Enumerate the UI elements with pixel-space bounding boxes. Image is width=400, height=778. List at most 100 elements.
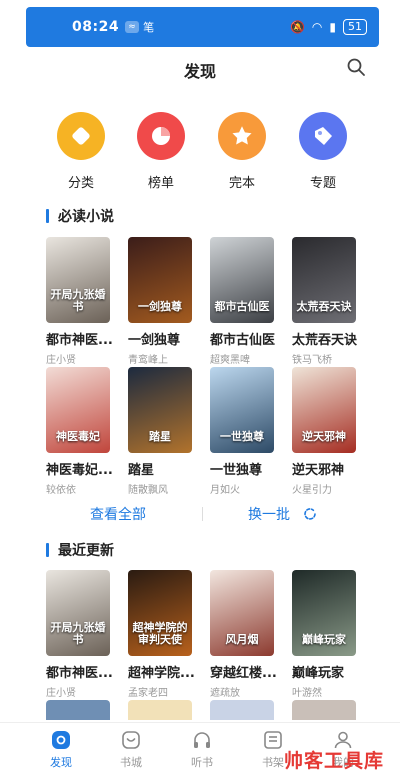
book-title: 穿越红楼... bbox=[210, 666, 277, 681]
book-cover-text: 一剑独尊 bbox=[138, 300, 182, 313]
section-accent-bar bbox=[46, 209, 49, 223]
book-cover-text: 一世独尊 bbox=[220, 430, 264, 443]
book-card[interactable]: 太荒吞天诀 太荒吞天诀 铁马飞桥 bbox=[292, 237, 362, 366]
bookshelf-icon bbox=[264, 731, 282, 749]
book-card[interactable]: 踏星 踏星 随散飘风 bbox=[128, 367, 198, 496]
category-topic-button[interactable]: 专题 bbox=[291, 112, 355, 191]
book-author: 火星引力 bbox=[292, 485, 332, 496]
tag-icon bbox=[299, 112, 347, 160]
book-cover[interactable]: 一剑独尊 bbox=[128, 237, 192, 323]
book-cover-text: 风月烟 bbox=[225, 633, 259, 646]
tab-label: 书城 bbox=[120, 756, 142, 769]
star-icon bbox=[218, 112, 266, 160]
store-icon bbox=[122, 731, 140, 749]
book-title: 都市古仙医 bbox=[210, 333, 276, 348]
book-title: 一世独尊 bbox=[210, 463, 263, 478]
top-header: 发现 bbox=[0, 52, 400, 82]
category-ranking-button[interactable]: 榜单 bbox=[129, 112, 193, 191]
book-card[interactable]: 开局九张婚书都市神医... 庄小贤 bbox=[46, 237, 116, 366]
refresh-batch-button[interactable]: 换一批 bbox=[248, 504, 318, 524]
book-author: 庄小贤 bbox=[46, 688, 76, 699]
book-title: 踏星 bbox=[128, 463, 155, 478]
section-actions: 查看全部 换一批 bbox=[0, 504, 400, 524]
tab-label: 听书 bbox=[191, 756, 213, 769]
category-icon bbox=[57, 112, 105, 160]
book-author: 遮疏放 bbox=[210, 688, 240, 699]
book-author: 庄小贤 bbox=[46, 355, 76, 366]
book-cover[interactable]: 开局九张婚书 bbox=[46, 570, 110, 656]
book-card[interactable]: 开局九张婚书都市神医... 庄小贤 bbox=[46, 570, 116, 699]
book-author: 超爽黑啤 bbox=[210, 355, 250, 366]
book-cover-text: 开局九张婚书 bbox=[50, 621, 106, 646]
book-title: 超神学院... bbox=[128, 666, 195, 681]
book-cover-text: 都市古仙医 bbox=[214, 300, 270, 313]
book-cover-text: 巅峰玩家 bbox=[302, 633, 346, 646]
book-card[interactable]: 都市古仙医 都市古仙医 超爽黑啤 bbox=[210, 237, 280, 366]
book-title: 一剑独尊 bbox=[128, 333, 181, 348]
section-title-text: 必读小说 bbox=[58, 209, 114, 225]
book-cover[interactable]: 一世独尊 bbox=[210, 367, 274, 453]
book-cover-text: 超神学院的审判天使 bbox=[132, 621, 188, 646]
status-time: 08:24 bbox=[72, 19, 120, 35]
category-finished-button[interactable]: 完本 bbox=[210, 112, 274, 191]
chart-icon bbox=[137, 112, 185, 160]
book-title: 神医毒妃... bbox=[46, 463, 113, 478]
section-title-recent: 最近更新 bbox=[46, 540, 114, 560]
book-cover[interactable]: 神医毒妃 bbox=[46, 367, 110, 453]
book-card[interactable]: 风月烟穿越红楼... 遮疏放 bbox=[210, 570, 280, 699]
book-cover[interactable]: 开局九张婚书 bbox=[46, 237, 110, 323]
book-cover-partial[interactable] bbox=[46, 700, 110, 720]
book-title: 巅峰玩家 bbox=[292, 666, 345, 681]
section-accent-bar bbox=[46, 543, 49, 557]
book-card[interactable]: 超神学院的审判天使超神学院... 孟家老四 bbox=[128, 570, 198, 699]
book-cover[interactable]: 踏星 bbox=[128, 367, 192, 453]
tab-store[interactable]: 书城 bbox=[106, 729, 156, 770]
book-cover-text: 逆天邪神 bbox=[302, 430, 346, 443]
book-card[interactable]: 神医毒妃神医毒妃... 较依依 bbox=[46, 367, 116, 496]
book-card[interactable]: 一世独尊 一世独尊 月如火 bbox=[210, 367, 280, 496]
headphones-icon bbox=[194, 732, 210, 748]
wifi-icon: ◠ bbox=[311, 20, 323, 34]
mute-icon: 🔕 bbox=[289, 20, 305, 34]
refresh-label: 换一批 bbox=[248, 507, 290, 523]
divider bbox=[202, 507, 203, 521]
tab-audiobook[interactable]: 听书 bbox=[177, 729, 227, 770]
book-title: 都市神医... bbox=[46, 333, 113, 348]
book-card[interactable]: 逆天邪神 逆天邪神 火星引力 bbox=[292, 367, 362, 496]
book-cover-partial[interactable] bbox=[210, 700, 274, 720]
book-author: 孟家老四 bbox=[128, 688, 168, 699]
book-cover[interactable]: 超神学院的审判天使 bbox=[128, 570, 192, 656]
book-cover[interactable]: 风月烟 bbox=[210, 570, 274, 656]
book-card[interactable]: 一剑独尊 一剑独尊 青鸾峰上 bbox=[128, 237, 198, 366]
tab-discover[interactable]: 发现 bbox=[36, 729, 86, 770]
category-classify-button[interactable]: 分类 bbox=[49, 112, 113, 191]
book-cover-partial[interactable] bbox=[128, 700, 192, 720]
book-author: 较依依 bbox=[46, 485, 76, 496]
app-notification-icon: 笔 bbox=[143, 21, 155, 34]
book-title: 都市神医... bbox=[46, 666, 113, 681]
discover-icon bbox=[52, 731, 70, 749]
book-cover[interactable]: 太荒吞天诀 bbox=[292, 237, 356, 323]
view-all-button[interactable]: 查看全部 bbox=[90, 504, 146, 524]
book-author: 叶游然 bbox=[292, 688, 322, 699]
book-cover-partial[interactable] bbox=[292, 700, 356, 720]
book-cover-text: 踏星 bbox=[149, 430, 171, 443]
book-author: 青鸾峰上 bbox=[128, 355, 168, 366]
book-cover-text: 神医毒妃 bbox=[56, 430, 100, 443]
category-label: 榜单 bbox=[147, 176, 174, 191]
book-cover[interactable]: 逆天邪神 bbox=[292, 367, 356, 453]
category-label: 完本 bbox=[228, 176, 255, 191]
watermark-text: 帅客工具库 bbox=[284, 750, 385, 772]
book-author: 铁马飞桥 bbox=[292, 355, 332, 366]
book-cover[interactable]: 都市古仙医 bbox=[210, 237, 274, 323]
book-card[interactable]: 巅峰玩家 巅峰玩家 叶游然 bbox=[292, 570, 362, 699]
search-icon[interactable] bbox=[346, 57, 366, 77]
signal-icon: ▮ bbox=[329, 20, 336, 34]
book-author: 月如火 bbox=[210, 485, 240, 496]
category-label: 专题 bbox=[309, 176, 336, 191]
notification-icon: ≈ bbox=[125, 21, 140, 33]
section-title-must-read: 必读小说 bbox=[46, 206, 114, 226]
book-title: 逆天邪神 bbox=[292, 463, 345, 478]
battery-icon: 51 bbox=[343, 19, 367, 35]
book-cover[interactable]: 巅峰玩家 bbox=[292, 570, 356, 656]
